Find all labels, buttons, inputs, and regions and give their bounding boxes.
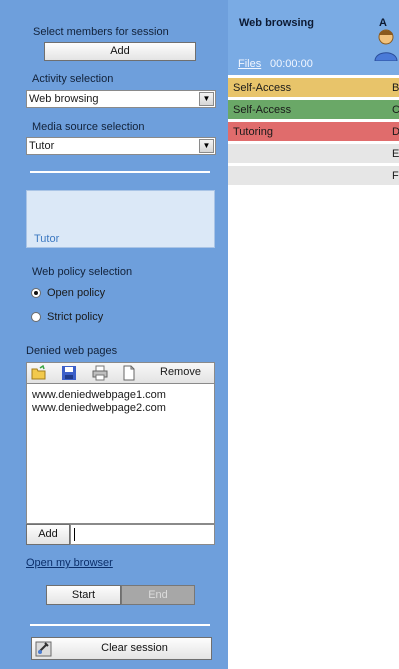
media-preview: Tutor (26, 190, 215, 248)
select-members-label: Select members for session (33, 26, 169, 38)
table-row[interactable]: Self-Access B (228, 78, 399, 98)
row-label: Self-Access (233, 104, 292, 116)
divider (30, 171, 210, 173)
activity-panel-header: Web browsing A Files 00:00:00 (228, 0, 399, 75)
strict-policy-label: Strict policy (47, 311, 104, 323)
strict-policy-radio[interactable]: Strict policy (31, 311, 181, 325)
chevron-down-icon[interactable]: ▼ (199, 139, 214, 153)
denied-pages-label: Denied web pages (26, 345, 118, 357)
session-sidebar: Select members for session Add Activity … (0, 0, 228, 669)
row-tail: F (392, 170, 399, 182)
clear-session-icon (35, 640, 53, 665)
open-policy-label: Open policy (47, 287, 106, 299)
activity-panel: Web browsing A Files 00:00:00 Self-Acces… (228, 0, 399, 669)
activity-select[interactable]: Web browsing ▼ (26, 90, 216, 108)
row-tail: D (392, 126, 399, 138)
start-button[interactable]: Start (46, 585, 121, 605)
denied-pages-list[interactable]: www.deniedwebpage1.com www.deniedwebpage… (26, 384, 215, 524)
new-document-icon[interactable] (121, 365, 137, 384)
activity-selection-label: Activity selection (32, 73, 114, 85)
activity-select-value: Web browsing (29, 93, 99, 105)
radio-selected-icon[interactable] (31, 288, 41, 298)
radio-unselected-icon[interactable] (31, 312, 41, 322)
save-icon[interactable] (61, 365, 77, 384)
open-folder-icon[interactable] (31, 364, 47, 384)
clear-session-label: Clear session (101, 642, 168, 654)
row-tail: B (392, 82, 399, 94)
table-row[interactable]: E (228, 144, 399, 164)
chevron-down-icon[interactable]: ▼ (199, 92, 214, 106)
open-policy-radio[interactable]: Open policy (31, 287, 181, 301)
files-link[interactable]: Files (238, 58, 261, 70)
remove-button[interactable]: Remove (160, 366, 201, 378)
table-row[interactable]: Self-Access C (228, 100, 399, 120)
denied-page-input[interactable] (70, 524, 215, 545)
end-button: End (121, 585, 195, 605)
panel-title: Web browsing (239, 17, 314, 29)
table-row[interactable]: F (228, 166, 399, 186)
user-avatar-icon (374, 27, 398, 64)
add-members-button[interactable]: Add (44, 42, 196, 61)
session-timer: 00:00:00 (270, 58, 313, 70)
media-preview-caption: Tutor (34, 233, 60, 245)
media-source-select[interactable]: Tutor ▼ (26, 137, 216, 155)
web-policy-label: Web policy selection (32, 266, 133, 278)
print-icon[interactable] (92, 365, 108, 384)
media-source-select-value: Tutor (29, 140, 55, 152)
row-label: Self-Access (233, 82, 292, 94)
denied-toolbar: Remove (26, 362, 215, 384)
open-browser-link[interactable]: Open my browser (26, 557, 113, 569)
row-tail: E (392, 148, 399, 160)
text-cursor (74, 528, 75, 541)
add-page-button[interactable]: Add (26, 524, 70, 545)
row-tail: C (392, 104, 399, 116)
divider (30, 624, 210, 626)
media-source-label: Media source selection (32, 121, 145, 133)
table-row[interactable]: Tutoring D (228, 122, 399, 142)
list-item[interactable]: www.deniedwebpage2.com (32, 402, 166, 414)
row-label: Tutoring (233, 126, 273, 138)
clear-session-button[interactable]: Clear session (31, 637, 212, 660)
list-item[interactable]: www.deniedwebpage1.com (32, 389, 166, 401)
